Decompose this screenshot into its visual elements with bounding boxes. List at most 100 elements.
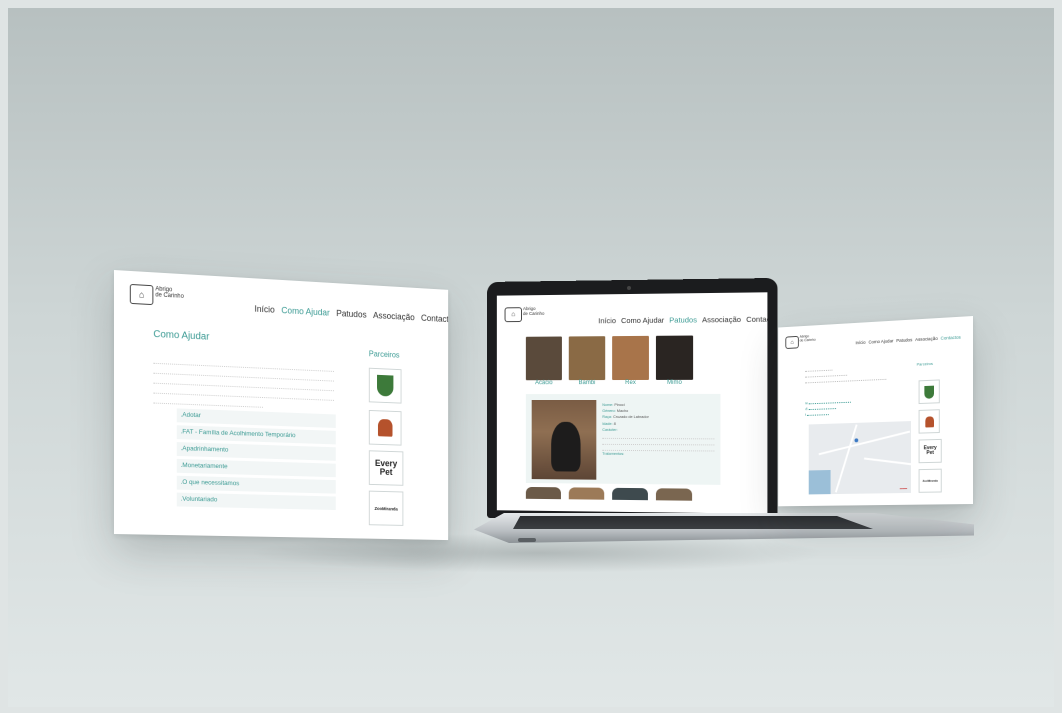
nav-patudos[interactable]: Patudos [896, 337, 912, 343]
nav-contactos[interactable]: Contactos [421, 313, 448, 324]
map-road [818, 430, 911, 456]
email-icon: ✉ [805, 401, 808, 406]
brand-line-2: de Carinho [522, 310, 545, 316]
raca-value: Cruzado de Labrador [613, 415, 649, 420]
dog-photo [568, 336, 606, 381]
partner-zoomiranda[interactable]: ZooMiranda [368, 490, 404, 526]
contact-intro-lines [805, 362, 887, 384]
map-water [808, 470, 831, 495]
dog-card-acacio[interactable]: Acácio [525, 336, 562, 387]
dog-thumb[interactable] [655, 488, 693, 501]
map-pin-icon[interactable] [854, 438, 859, 443]
dog-card-rex[interactable]: Rex [612, 335, 649, 387]
dog-photo [612, 335, 649, 381]
dog-thumb[interactable] [612, 487, 648, 501]
nav-inicio[interactable]: Início [254, 304, 274, 315]
dog-card-bambi[interactable]: Bambi [568, 336, 606, 387]
dog-name: Bambi [578, 380, 596, 387]
partners-title: Parceiros [916, 360, 933, 367]
nav-contactos[interactable]: Contactos [746, 315, 767, 324]
brand-line-2: de Carinho [155, 292, 184, 301]
laptop-lid: ⌂ Abrigo de Carinho Início Como Ajudar P… [487, 277, 778, 523]
partner-pet-logo[interactable] [918, 409, 940, 434]
pet-icon [377, 418, 393, 437]
pet-icon [924, 415, 934, 428]
nav-inicio[interactable]: Início [855, 340, 865, 345]
laptop-notch [518, 538, 536, 542]
help-item-apadrinhamento[interactable]: .Apadrinhamento [176, 442, 336, 461]
nav-inicio[interactable]: Início [598, 316, 616, 325]
help-item-fat[interactable]: .FAT - Família de Acolhimento Temporário [176, 425, 336, 445]
laptop-keyboard [513, 516, 873, 529]
dog-thumb[interactable] [568, 487, 605, 500]
intro-paragraph-lines [153, 353, 334, 411]
dog-detail-photo [531, 400, 597, 480]
main-nav: Início Como Ajudar Patudos Associação Co… [598, 315, 767, 326]
nav-associacao[interactable]: Associação [373, 310, 415, 322]
laptop-screen-patudos: ⌂ Abrigo de Carinho Início Como Ajudar P… [496, 292, 768, 514]
house-logo-icon[interactable]: ⌂ [129, 283, 154, 306]
dog-gallery: Acácio Bambi Rex Mimo [525, 335, 694, 387]
raca-label: Raça: [602, 415, 613, 420]
partner-every-pet[interactable]: Every Pet [368, 450, 404, 486]
left-page-como-ajudar: ⌂ Abrigo de Carinho Início Como Ajudar P… [114, 270, 449, 541]
house-logo-icon[interactable]: ⌂ [785, 335, 799, 350]
location-map[interactable]: ▬▬▬ [808, 421, 911, 495]
nav-associacao[interactable]: Associação [702, 315, 741, 324]
dog-photo [525, 336, 562, 381]
dog-thumb[interactable] [525, 486, 561, 500]
help-options-list: .Adotar .FAT - Família de Acolhimento Te… [176, 408, 336, 513]
house-logo-icon[interactable]: ⌂ [504, 307, 522, 323]
brand-name: Abrigo de Carinho [155, 286, 184, 300]
dog-name: Rex [625, 379, 636, 387]
crest-icon [924, 385, 934, 399]
brand-name: Abrigo de Carinho [522, 306, 545, 317]
partner-every-pet[interactable]: Every Pet [918, 438, 942, 464]
nav-como-ajudar[interactable]: Como Ajudar [868, 338, 893, 344]
mockup-backdrop: ⌂ Abrigo de Carinho Início Como Ajudar P… [8, 8, 1054, 707]
dog-detail-panel: Nome: Pinoci Género: Macho Raça: Cruzado… [525, 393, 721, 485]
dog-photo [655, 335, 694, 380]
nav-contactos[interactable]: Contactos [941, 335, 961, 341]
brand-line-2: de Carinho [799, 337, 816, 343]
contact-details: ✉ ✆ f [805, 399, 851, 418]
map-road [863, 457, 911, 467]
right-page-contactos: ⌂ Abrigo de Carinho Início Como Ajudar P… [778, 316, 973, 507]
nav-associacao[interactable]: Associação [915, 336, 938, 342]
partner-zoomiranda[interactable]: ZooMiranda [918, 468, 942, 493]
nav-como-ajudar[interactable]: Como Ajudar [621, 316, 664, 325]
dog-name: Acácio [535, 380, 553, 387]
nav-como-ajudar[interactable]: Como Ajudar [281, 305, 329, 317]
nav-patudos[interactable]: Patudos [669, 315, 697, 324]
facebook-line[interactable]: f [805, 410, 851, 417]
main-nav: Início Como Ajudar Patudos Associação Co… [254, 304, 448, 325]
brand-name: Abrigo de Carinho [799, 334, 816, 343]
crest-icon [377, 374, 394, 397]
partners-title: Parceiros [368, 349, 400, 360]
help-item-adotar[interactable]: .Adotar [176, 408, 336, 428]
help-item-monetariamente[interactable]: .Monetariamente [176, 458, 336, 478]
tratamentos-label: Tratamentos: [602, 451, 625, 456]
help-item-necessitamos[interactable]: .O que necessitamos [176, 475, 336, 494]
partner-crest-logo[interactable] [368, 367, 402, 404]
dog-card-mimo[interactable]: Mimo [655, 335, 694, 386]
nome-value: Pinoci [614, 402, 625, 407]
partner-pet-logo[interactable] [368, 409, 402, 446]
caracter-label: Carácter: [602, 427, 618, 432]
dog-silhouette-icon [551, 421, 581, 472]
idade-value: 8 [613, 421, 616, 426]
idade-label: Idade: [602, 421, 613, 426]
nav-patudos[interactable]: Patudos [336, 308, 366, 319]
nome-label: Nome: [602, 402, 614, 407]
main-nav: Início Como Ajudar Patudos Associação Co… [855, 335, 960, 346]
partner-crest-logo[interactable] [918, 379, 940, 405]
help-item-voluntariado[interactable]: .Voluntariado [176, 492, 336, 511]
dog-detail-text: Nome: Pinoci Género: Macho Raça: Cruzado… [602, 402, 715, 458]
genero-label: Género: [602, 409, 616, 414]
section-title: Como Ajudar [153, 328, 210, 343]
dog-name: Mimo [667, 379, 682, 386]
genero-value: Macho [616, 409, 629, 414]
phone-icon: ✆ [805, 407, 808, 412]
map-road [834, 424, 858, 493]
more-dogs-row [525, 486, 693, 501]
